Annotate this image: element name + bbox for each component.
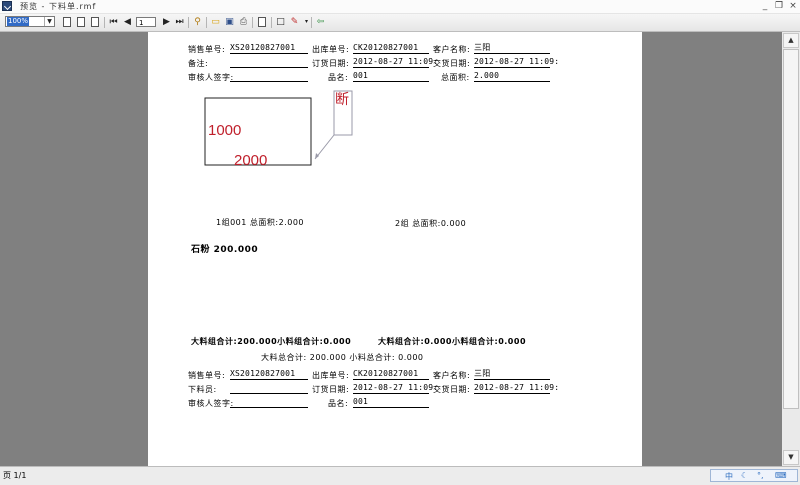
- order-date-value: 2012-08-27 11:09:: [353, 57, 439, 68]
- restore-button[interactable]: ❐: [772, 0, 786, 12]
- border-icon[interactable]: □: [275, 16, 286, 28]
- order-date-label: 订货日期:: [312, 59, 350, 68]
- scroll-up-icon[interactable]: ▲: [783, 33, 799, 48]
- cutter-label: 下料员:: [188, 385, 217, 394]
- cutting-diagram: 断 1000 2000: [204, 90, 353, 169]
- reviewer-label: 审核人签字:: [188, 399, 234, 408]
- product-value: 001: [353, 397, 429, 408]
- toolbar-separator: [104, 17, 105, 28]
- last-page-icon[interactable]: ⏭: [174, 16, 185, 28]
- status-bar: 页 1/1 中 ☾ °, ⌨: [0, 466, 800, 485]
- first-page-icon[interactable]: ⏮: [108, 16, 119, 28]
- cutter-value: [230, 383, 308, 394]
- height-value: 2000: [234, 152, 267, 169]
- scrollbar-thumb[interactable]: [783, 49, 799, 409]
- customer-label: 客户名称:: [433, 371, 471, 380]
- delivery-date-value: 2012-08-27 11:09:: [474, 57, 560, 68]
- page-setup-icon[interactable]: [258, 17, 266, 27]
- product-label: 品名:: [328, 399, 349, 408]
- ime-moon-icon[interactable]: ☾: [741, 471, 748, 480]
- single-page-icon[interactable]: [63, 17, 71, 27]
- scroll-down-icon[interactable]: ▼: [783, 450, 799, 465]
- sales-no-label: 销售单号:: [188, 371, 226, 380]
- customer-value: 三阳: [474, 369, 550, 380]
- title-bar: 预览 - 下料单.rmf _ ❐ ×: [0, 0, 800, 14]
- zoom-value: 100%: [7, 17, 30, 26]
- toolbar-separator: [206, 17, 207, 28]
- ime-keyboard-icon[interactable]: ⌨: [775, 471, 787, 480]
- zoom-select[interactable]: 100% ▼: [5, 16, 55, 27]
- group1-total: 1组001 总面积:2.000: [216, 218, 304, 227]
- open-icon[interactable]: ▭: [210, 16, 221, 28]
- preview-viewport: 销售单号: XS20120827001 出库单号: CK20120827001 …: [0, 32, 800, 466]
- toolbar-separator: [311, 17, 312, 28]
- callout-char: 断: [335, 92, 349, 108]
- summary-right: 大料组合计:0.000小料组合计:0.000: [378, 337, 527, 346]
- out-no-value: CK20120827001: [353, 43, 429, 54]
- out-no-label: 出库单号:: [312, 371, 350, 380]
- ime-toolbar[interactable]: 中 ☾ °, ⌨: [710, 469, 798, 482]
- vertical-scrollbar[interactable]: ▲ ▼: [782, 32, 800, 466]
- save-icon[interactable]: ▣: [224, 16, 235, 28]
- toolbar: 100% ▼ ⏮ ◀ 1 ▶ ⏭ ⚲ ▭ ▣ ⎙ □ ✎ ▾ ⇦: [0, 14, 800, 32]
- customer-value: 三阳: [474, 43, 550, 54]
- remark-label: 备注:: [188, 59, 209, 68]
- sales-no-label: 销售单号:: [188, 45, 226, 54]
- reviewer-value: [230, 397, 308, 408]
- close-button[interactable]: ×: [786, 0, 800, 12]
- remark-value: [230, 57, 308, 68]
- window-title: 预览 - 下料单.rmf: [20, 2, 97, 11]
- group2-total: 2组 总面积:0.000: [395, 219, 467, 228]
- pen-icon[interactable]: ✎: [289, 16, 300, 28]
- out-no-label: 出库单号:: [312, 45, 350, 54]
- prev-page-icon[interactable]: ◀: [122, 16, 133, 28]
- toolbar-separator: [252, 17, 253, 28]
- sales-no-value: XS20120827001: [230, 43, 308, 54]
- toolbar-separator: [271, 17, 272, 28]
- width-value: 1000: [208, 122, 241, 139]
- multi-page-icon[interactable]: [91, 17, 99, 27]
- two-page-icon[interactable]: [77, 17, 85, 27]
- report-page: 销售单号: XS20120827001 出库单号: CK20120827001 …: [148, 32, 642, 466]
- next-page-icon[interactable]: ▶: [161, 16, 172, 28]
- delivery-date-value: 2012-08-27 11:09:: [474, 383, 560, 394]
- exit-icon[interactable]: ⇦: [315, 16, 326, 28]
- minimize-button[interactable]: _: [758, 0, 772, 12]
- app-icon[interactable]: [2, 1, 12, 11]
- delivery-date-label: 交货日期:: [433, 59, 471, 68]
- delivery-date-label: 交货日期:: [433, 385, 471, 394]
- print-icon[interactable]: ⎙: [238, 16, 249, 28]
- order-date-value: 2012-08-27 11:09:: [353, 383, 439, 394]
- summary-total: 大料总合计: 200.000 小料总合计: 0.000: [261, 353, 424, 362]
- chevron-down-icon[interactable]: ▼: [44, 17, 54, 26]
- customer-label: 客户名称:: [433, 45, 471, 54]
- toolbar-separator: [188, 17, 189, 28]
- page-info: 页 1/1: [3, 471, 27, 480]
- ime-chinese-icon[interactable]: 中: [725, 471, 733, 482]
- ime-punct-icon[interactable]: °,: [757, 471, 764, 480]
- sales-no-value: XS20120827001: [230, 369, 308, 380]
- stone-powder: 石粉 200.000: [191, 245, 259, 255]
- summary-left: 大料组合计:200.000小料组合计:0.000: [191, 337, 352, 346]
- page-number-input[interactable]: 1: [136, 17, 156, 27]
- zoom-icon[interactable]: ⚲: [192, 16, 203, 28]
- out-no-value: CK20120827001: [353, 369, 429, 380]
- order-date-label: 订货日期:: [312, 385, 350, 394]
